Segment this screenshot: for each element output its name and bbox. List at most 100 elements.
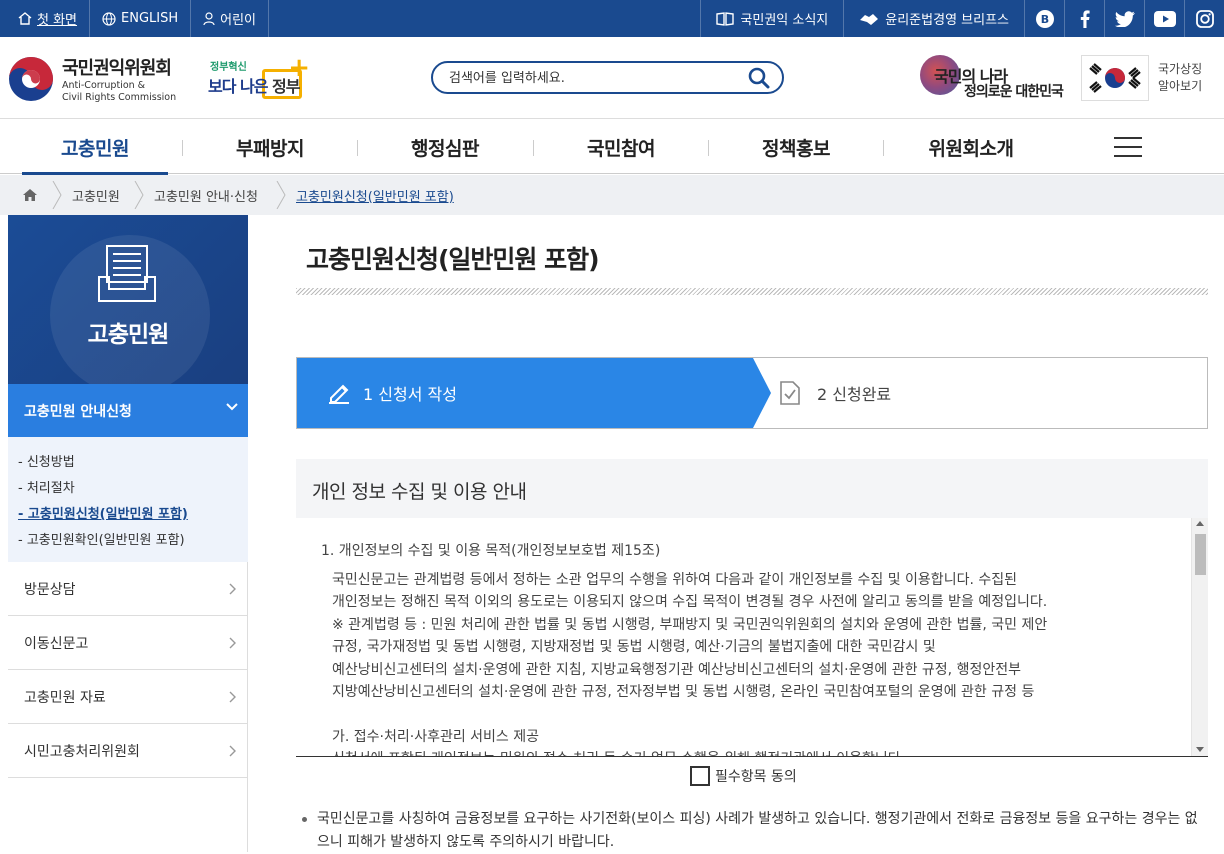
gov-innovation-logo[interactable]: 정부혁신 보다 나은 정부 + [208, 53, 312, 103]
hamburger-menu-icon[interactable] [1114, 137, 1142, 157]
breadcrumb-separator-icon [52, 181, 62, 209]
home-link[interactable]: 첫 화면 [0, 0, 91, 37]
sidebar-item-mobile-sinmungo[interactable]: 이동신문고 [8, 616, 248, 670]
top-utility-bar: 첫 화면 ENGLISH 어린이 국민권익 소식지 윤리준법경영 브리프스 B [0, 0, 1224, 37]
national-symbols-line-1: 국가상징 [1158, 62, 1203, 76]
acrc-logo[interactable]: 국민권익위원회 Anti-Corruption & Civil Rights C… [8, 54, 176, 104]
kids-link[interactable]: 어린이 [191, 0, 270, 37]
newsletter-label: 국민권익 소식지 [740, 13, 829, 28]
step-2-label: 2 신청완료 [817, 385, 892, 404]
facebook-icon [1080, 9, 1090, 28]
privacy-text-line: 개인정보는 정해진 목적 이외의 용도로는 이용되지 않으며 수집 목적이 변경… [332, 594, 1048, 610]
chevron-right-icon [229, 691, 236, 703]
home-link-label: 첫 화면 [37, 13, 78, 28]
privacy-notice-panel: 개인 정보 수집 및 이용 안내 1. 개인정보의 수집 및 이용 목적(개인정… [296, 459, 1208, 757]
sidebar-item-complaint-guide[interactable]: 고충민원 안내신청 [8, 384, 248, 437]
gnb-menu-complaint[interactable]: 고충민원 [22, 120, 168, 175]
breadcrumb-home-icon[interactable] [8, 175, 52, 215]
pencil-icon [327, 380, 351, 408]
english-link-label: ENGLISH [121, 11, 179, 26]
breadcrumb-separator-icon [276, 181, 286, 209]
korean-flag-icon[interactable] [1081, 55, 1149, 101]
submenu-item-procedure[interactable]: - 처리절차 [18, 476, 248, 502]
submenu-item-check-complaint[interactable]: - 고충민원확인(일반민원 포함) [18, 528, 248, 554]
phishing-warning: 국민신문고를 사칭하여 금융정보를 요구하는 사기전화(보이스 피싱) 사례가 … [300, 808, 1208, 854]
search-icon[interactable] [748, 67, 770, 93]
gov-logo-big-text: 보다 나은 정부 [208, 73, 301, 97]
facebook-link[interactable] [1064, 0, 1104, 37]
breadcrumb: 고충민원 고충민원 안내·신청 고충민원신청(일반민원 포함) [0, 175, 1224, 215]
svg-text:B: B [1040, 13, 1048, 26]
gnb-menu-policy-pr[interactable]: 정책홍보 [723, 120, 869, 174]
handshake-icon [859, 12, 879, 26]
youtube-icon [1153, 10, 1176, 27]
twitter-link[interactable] [1104, 0, 1144, 37]
scroll-thumb[interactable] [1195, 534, 1206, 575]
gnb-divider [883, 140, 884, 156]
sidebar-item-label: 고충민원 자료 [24, 689, 106, 706]
blog-link[interactable]: B [1024, 0, 1064, 37]
step-indicator: 1 신청서 작성 2 신청완료 [296, 357, 1208, 429]
globe-icon [102, 11, 116, 26]
org-name-en-1: Anti-Corruption & [62, 80, 146, 91]
step-1-label: 1 신청서 작성 [363, 385, 457, 404]
privacy-text-line: 지방예산낭비신고센터의 설치·운영에 관한 규정, 전자정부법 및 동법 시행령… [332, 684, 1035, 700]
twitter-icon [1114, 10, 1135, 27]
privacy-text-line: 국민신문고는 관계법령 등에서 정하는 소관 업무의 수행을 위하여 다음과 같… [332, 571, 1017, 588]
sidebar-item-complaint-data[interactable]: 고충민원 자료 [8, 670, 248, 724]
breadcrumb-item[interactable]: 고충민원 [72, 175, 120, 215]
privacy-text-line: ※ 관계법령 등 : 민원 처리에 관한 법률 및 동법 시행령, 부패방지 및… [332, 616, 1048, 633]
gov-logo-text-1: 보다 나은 [208, 77, 268, 96]
person-icon [203, 11, 215, 26]
logo-text: 국민권익위원회 Anti-Corruption & Civil Rights C… [62, 54, 176, 104]
sidebar-item-civic-committee[interactable]: 시민고충처리위원회 [8, 724, 248, 778]
english-link[interactable]: ENGLISH [90, 0, 192, 37]
submenu-item-how-to-apply[interactable]: - 신청방법 [18, 450, 248, 476]
scroll-down-arrow-icon[interactable] [1196, 747, 1204, 752]
privacy-text-line: 규정, 국가재정법 및 동법 시행령, 지방재정법 및 동법 시행령, 예산·기… [332, 639, 936, 655]
gnb-menu-anti-corruption[interactable]: 부패방지 [197, 120, 343, 174]
chevron-down-icon [226, 403, 238, 411]
ethics-brief-link[interactable]: 윤리준법경영 브리프스 [843, 0, 1024, 37]
step-complete: 2 신청완료 [753, 358, 1207, 428]
search-input[interactable] [449, 68, 739, 88]
privacy-section-heading: 1. 개인정보의 수집 및 이용 목적(개인정보보호법 제15조) [321, 543, 661, 559]
search-box [431, 61, 784, 94]
sidebar-item-label: 고충민원 안내신청 [24, 403, 132, 420]
slogan-line-2: 정의로운 대한민국 [964, 84, 1064, 100]
privacy-notice-scrollbox[interactable]: 1. 개인정보의 수집 및 이용 목적(개인정보보호법 제15조) 국민신문고는… [296, 518, 1208, 756]
gnb-menu-admin-appeal[interactable]: 행정심판 [372, 120, 518, 174]
national-symbols-link[interactable]: 국가상징 알아보기 [1158, 61, 1202, 95]
submenu-item-apply-complaint[interactable]: - 고충민원신청(일반민원 포함) [18, 502, 248, 528]
book-icon [716, 11, 735, 26]
gnb-menu-participation[interactable]: 국민참여 [548, 120, 694, 174]
newsletter-link[interactable]: 국민권익 소식지 [700, 0, 843, 37]
instagram-link[interactable] [1184, 0, 1224, 37]
org-name-en-2: Civil Rights Commission [62, 92, 177, 103]
chevron-right-icon [229, 637, 236, 649]
main-navigation: 고충민원 부패방지 행정심판 국민참여 정책홍보 위원회소개 [0, 120, 1224, 175]
privacy-notice-text: 1. 개인정보의 수집 및 이용 목적(개인정보보호법 제15조) 국민신문고는… [321, 540, 1181, 756]
breadcrumb-current[interactable]: 고충민원신청(일반민원 포함) [296, 175, 454, 215]
agree-checkbox[interactable] [690, 766, 710, 786]
required-agreement[interactable]: 필수항목 동의 [690, 766, 797, 786]
page-title: 고충민원신청(일반민원 포함) [306, 245, 600, 274]
youtube-link[interactable] [1144, 0, 1184, 37]
sidebar-item-label: 시민고충처리위원회 [24, 743, 140, 760]
ethics-brief-label: 윤리준법경영 브리프스 [885, 13, 1009, 28]
privacy-subsection-heading: 가. 접수·처리·사후관리 서비스 제공 [332, 728, 540, 745]
scroll-up-arrow-icon[interactable] [1196, 521, 1204, 526]
phishing-warning-text: 국민신문고를 사칭하여 금융정보를 요구하는 사기전화(보이스 피싱) 사례가 … [317, 811, 1198, 850]
gnb-menu-about[interactable]: 위원회소개 [898, 120, 1044, 174]
privacy-text-line: 예산낭비신고센터의 설치·운영에 관한 지침, 지방교육행정기관 예산낭비신고센… [332, 661, 1021, 678]
breadcrumb-item[interactable]: 고충민원 안내·신청 [154, 175, 258, 215]
blog-icon: B [1035, 9, 1055, 29]
taegeuk-logo-icon [8, 56, 54, 102]
sidebar-item-visit-consult[interactable]: 방문상담 [8, 562, 248, 616]
step-write-application: 1 신청서 작성 [297, 358, 773, 428]
chevron-right-icon [229, 745, 236, 757]
national-symbols-line-2: 알아보기 [1158, 79, 1203, 93]
agree-label: 필수항목 동의 [715, 769, 797, 785]
privacy-scrollbar[interactable] [1191, 518, 1208, 756]
privacy-text-line: 신청서에 포함된 개인정보는 민원의 접수·처리 등 순기 업무 수행을 위해 … [321, 748, 1181, 756]
